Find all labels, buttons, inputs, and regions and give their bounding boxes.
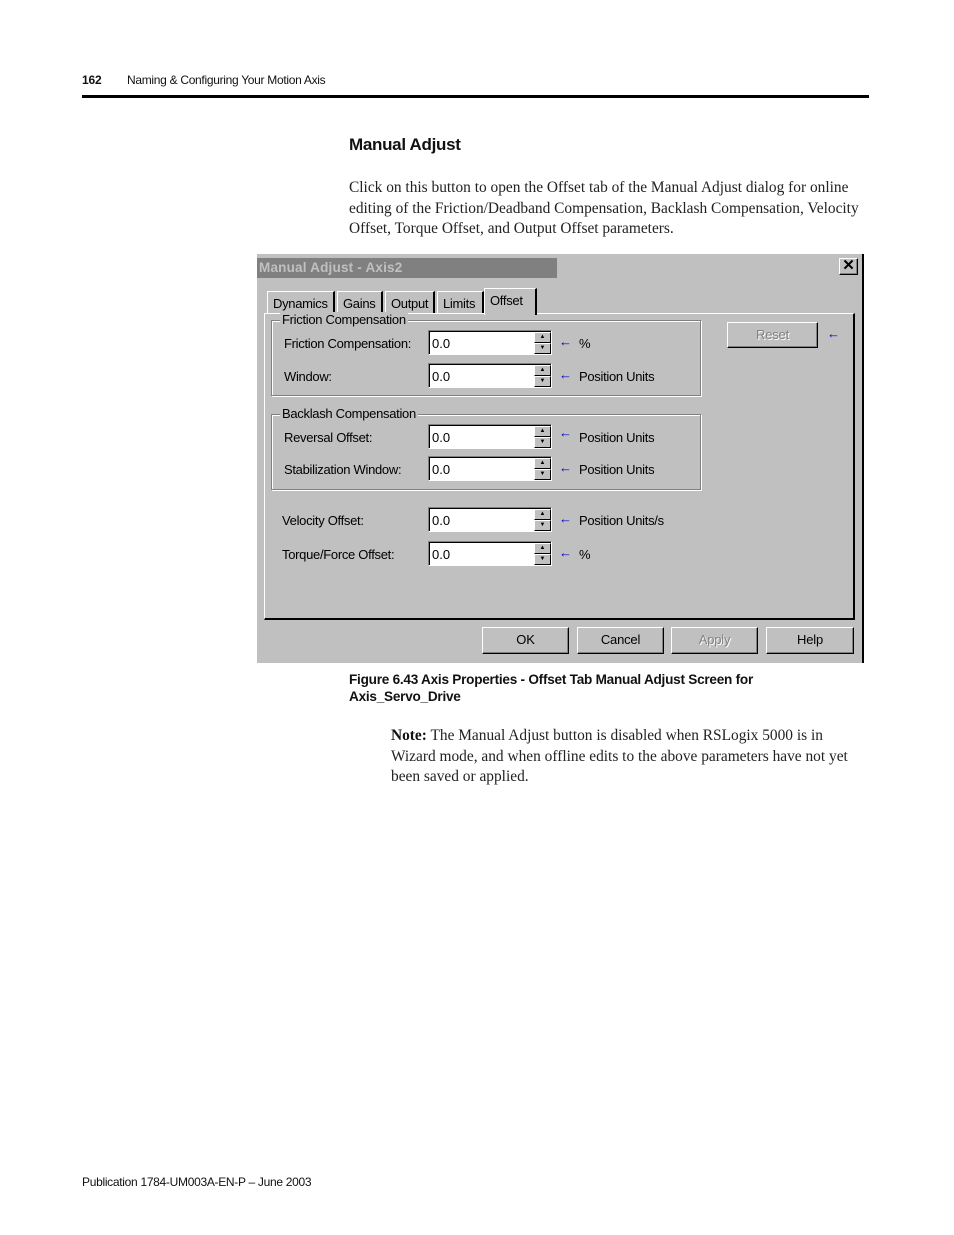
spin-up-button[interactable]: ▲	[534, 509, 551, 520]
header-rule	[82, 95, 869, 98]
note-label: Note:	[391, 727, 427, 744]
stabilization-window-units: Position Units	[579, 462, 655, 477]
tab-limits[interactable]: Limits	[437, 291, 484, 313]
left-arrow-icon: ←	[559, 511, 572, 526]
left-arrow-icon: ←	[559, 460, 572, 475]
left-arrow-icon: ←	[559, 425, 572, 440]
section-title: Manual Adjust	[349, 135, 461, 154]
running-head: Naming & Configuring Your Motion Axis	[127, 73, 326, 87]
spin-up-button[interactable]: ▲	[534, 332, 551, 343]
torque-force-offset-input[interactable]	[431, 543, 533, 565]
close-button[interactable]: ✕	[839, 258, 858, 275]
friction-compensation-input[interactable]	[431, 332, 533, 354]
spin-up-button[interactable]: ▲	[534, 365, 551, 376]
stabilization-window-spinner[interactable]: ▲▼	[428, 456, 552, 481]
reversal-offset-label: Reversal Offset:	[284, 430, 373, 445]
window-input[interactable]	[431, 365, 533, 387]
stabilization-window-label: Stabilization Window:	[284, 462, 402, 477]
velocity-offset-units: Position Units/s	[579, 513, 664, 528]
left-arrow-icon: ←	[827, 326, 840, 341]
spin-up-button[interactable]: ▲	[534, 543, 551, 554]
cancel-button[interactable]: Cancel	[577, 627, 664, 654]
spin-down-button[interactable]: ▼	[534, 376, 551, 387]
figure-caption: Figure 6.43 Axis Properties - Offset Tab…	[349, 672, 753, 704]
tab-dynamics[interactable]: Dynamics	[267, 291, 335, 313]
torque-force-offset-spinner[interactable]: ▲▼	[428, 541, 552, 566]
apply-button[interactable]: Apply	[671, 627, 758, 654]
friction-compensation-label: Friction Compensation:	[284, 336, 412, 351]
note-paragraph: Note: The Manual Adjust button is disabl…	[391, 726, 871, 788]
friction-compensation-units: %	[579, 336, 591, 351]
backlash-group-label: Backlash Compensation	[280, 406, 418, 421]
page-number: 162	[82, 73, 102, 87]
spin-down-button[interactable]: ▼	[534, 437, 551, 448]
spin-down-button[interactable]: ▼	[534, 343, 551, 354]
footer-publication: Publication 1784-UM003A-EN-P – June 2003	[82, 1175, 312, 1189]
reversal-offset-units: Position Units	[579, 430, 655, 445]
reversal-offset-input[interactable]	[431, 426, 533, 448]
torque-force-offset-units: %	[579, 547, 591, 562]
spin-up-button[interactable]: ▲	[534, 426, 551, 437]
left-arrow-icon: ←	[559, 545, 572, 560]
friction-compensation-spinner[interactable]: ▲▼	[428, 330, 552, 355]
left-arrow-icon: ←	[559, 367, 572, 382]
window-units: Position Units	[579, 369, 655, 384]
torque-force-offset-label: Torque/Force Offset:	[282, 547, 395, 562]
velocity-offset-label: Velocity Offset:	[282, 513, 364, 528]
velocity-offset-input[interactable]	[431, 509, 533, 531]
tab-offset[interactable]: Offset	[484, 288, 537, 315]
note-text: The Manual Adjust button is disabled whe…	[391, 727, 848, 785]
window-spinner[interactable]: ▲▼	[428, 363, 552, 388]
reset-button[interactable]: Reset	[727, 322, 818, 348]
friction-group-label: Friction Compensation	[280, 312, 408, 327]
manual-adjust-dialog: Manual Adjust - Axis2 ✕ Dynamics Gains O…	[257, 254, 864, 663]
offset-tab-panel: Friction Compensation Friction Compensat…	[264, 312, 855, 620]
tab-gains[interactable]: Gains	[337, 291, 383, 313]
stabilization-window-input[interactable]	[431, 458, 533, 480]
left-arrow-icon: ←	[559, 334, 572, 349]
spin-down-button[interactable]: ▼	[534, 469, 551, 480]
spin-up-button[interactable]: ▲	[534, 458, 551, 469]
help-button[interactable]: Help	[766, 627, 854, 654]
spin-down-button[interactable]: ▼	[534, 554, 551, 565]
ok-button[interactable]: OK	[482, 627, 569, 654]
dialog-title-bar: Manual Adjust - Axis2	[257, 258, 557, 278]
spin-down-button[interactable]: ▼	[534, 520, 551, 531]
reversal-offset-spinner[interactable]: ▲▼	[428, 424, 552, 449]
window-label: Window:	[284, 369, 332, 384]
velocity-offset-spinner[interactable]: ▲▼	[428, 507, 552, 532]
tab-output[interactable]: Output	[385, 291, 435, 313]
close-icon: ✕	[842, 257, 855, 274]
body-paragraph: Click on this button to open the Offset …	[349, 179, 859, 237]
